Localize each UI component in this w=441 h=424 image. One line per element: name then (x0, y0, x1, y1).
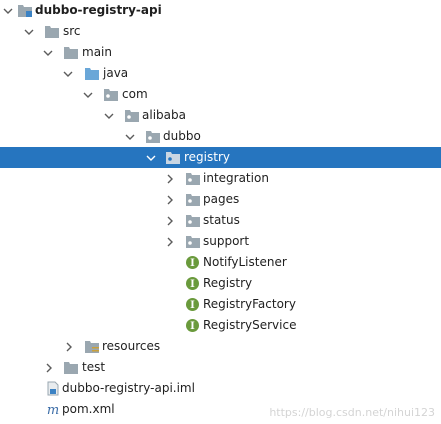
tree-node-label: dubbo (163, 129, 201, 143)
resources-folder-icon (84, 339, 100, 354)
tree-node-java[interactable]: java (0, 63, 441, 84)
package-icon (185, 192, 201, 207)
tree-node-integration[interactable]: integration (0, 168, 441, 189)
chevron-right-icon[interactable] (164, 231, 176, 252)
package-icon (103, 87, 119, 102)
tree-node-label: NotifyListener (203, 255, 287, 269)
chevron-down-icon[interactable] (62, 63, 74, 84)
tree-node-label: status (203, 213, 240, 227)
tree-node-label: Registry (203, 276, 253, 290)
chevron-down-icon[interactable] (42, 42, 54, 63)
tree-node-label: dubbo-registry-api (35, 3, 162, 17)
chevron-right-icon[interactable] (164, 189, 176, 210)
package-icon (185, 171, 201, 186)
tree-node-label: java (103, 66, 129, 80)
svg-text:I: I (190, 258, 195, 269)
tree-node-registry-interface[interactable]: I Registry (0, 273, 441, 294)
tree-node-com[interactable]: com (0, 84, 441, 105)
folder-icon (63, 360, 79, 375)
chevron-right-icon[interactable] (63, 336, 75, 357)
tree-node-label: RegistryFactory (203, 297, 296, 311)
chevron-down-icon[interactable] (145, 147, 157, 168)
interface-icon: I (185, 255, 201, 270)
tree-node-status[interactable]: status (0, 210, 441, 231)
tree-node-iml-file[interactable]: dubbo-registry-api.iml (0, 378, 441, 399)
interface-icon: I (185, 297, 201, 312)
tree-node-registryfactory[interactable]: I RegistryFactory (0, 294, 441, 315)
package-icon (124, 108, 140, 123)
chevron-down-icon[interactable] (124, 126, 136, 147)
tree-node-test[interactable]: test (0, 357, 441, 378)
tree-node-main[interactable]: main (0, 42, 441, 63)
tree-node-resources[interactable]: resources (0, 336, 441, 357)
folder-icon (44, 24, 60, 39)
chevron-down-icon[interactable] (2, 0, 14, 21)
interface-icon: I (185, 318, 201, 333)
source-root-folder-icon (84, 66, 100, 81)
watermark: https://blog.csdn.net/nihui123 (269, 406, 435, 419)
chevron-right-icon[interactable] (164, 168, 176, 189)
chevron-right-icon[interactable] (43, 357, 55, 378)
svg-text:I: I (190, 279, 195, 290)
tree-node-label: RegistryService (203, 318, 297, 332)
tree-node-label: pages (203, 192, 240, 206)
package-icon (165, 150, 181, 165)
package-icon (185, 213, 201, 228)
maven-icon: m (45, 402, 61, 418)
project-tree: dubbo-registry-api src main java com ali… (0, 0, 441, 420)
tree-node-support[interactable]: support (0, 231, 441, 252)
tree-node-label: integration (203, 171, 269, 185)
interface-icon: I (185, 276, 201, 291)
tree-node-label: main (82, 45, 112, 59)
tree-node-label: test (82, 360, 106, 374)
tree-node-label: com (122, 87, 148, 101)
iml-file-icon (45, 381, 61, 396)
tree-node-label: pom.xml (62, 402, 115, 416)
svg-text:m: m (47, 403, 59, 417)
svg-text:I: I (190, 300, 195, 311)
tree-node-notifylistener[interactable]: I NotifyListener (0, 252, 441, 273)
tree-node-src[interactable]: src (0, 21, 441, 42)
tree-node-pages[interactable]: pages (0, 189, 441, 210)
package-icon (185, 234, 201, 249)
chevron-right-icon[interactable] (164, 210, 176, 231)
folder-icon (63, 45, 79, 60)
tree-node-dubbo[interactable]: dubbo (0, 126, 441, 147)
tree-node-registry[interactable]: registry (0, 147, 441, 168)
tree-node-label: dubbo-registry-api.iml (62, 381, 195, 395)
tree-node-label: support (203, 234, 250, 248)
tree-node-alibaba[interactable]: alibaba (0, 105, 441, 126)
tree-node-label: registry (184, 150, 230, 164)
tree-node-dubbo-registry-api[interactable]: dubbo-registry-api (0, 0, 441, 21)
chevron-down-icon[interactable] (23, 21, 35, 42)
svg-text:I: I (190, 321, 195, 332)
tree-node-label: resources (102, 339, 161, 353)
tree-node-label: src (63, 24, 81, 38)
chevron-down-icon[interactable] (82, 84, 94, 105)
tree-node-label: alibaba (142, 108, 186, 122)
tree-node-registryservice[interactable]: I RegistryService (0, 315, 441, 336)
chevron-down-icon[interactable] (103, 105, 115, 126)
package-icon (145, 129, 161, 144)
module-folder-icon (17, 3, 33, 18)
